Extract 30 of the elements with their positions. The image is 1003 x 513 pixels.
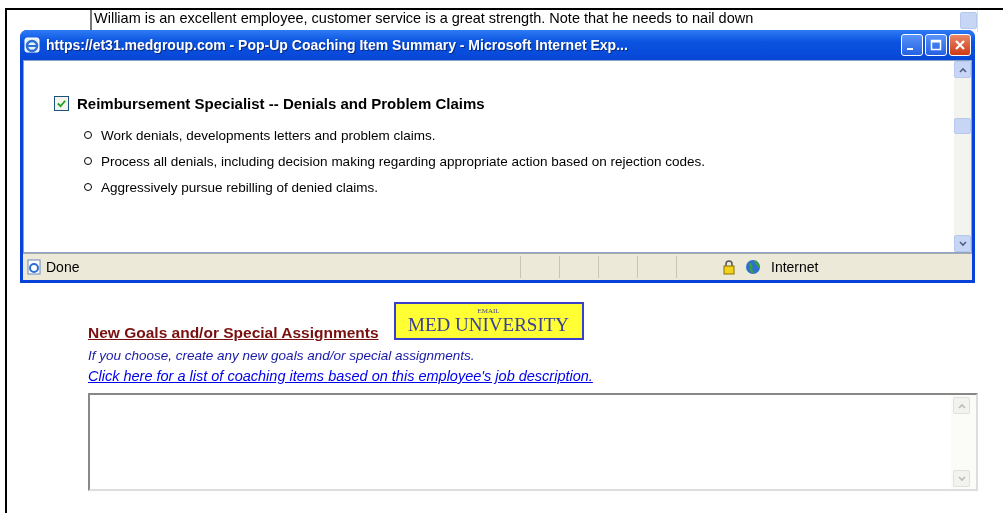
minimize-icon [907,48,913,50]
scroll-down-button[interactable] [954,235,971,252]
coaching-items-link[interactable]: Click here for a list of coaching items based on this employee's job description. [88,368,593,384]
caret-down-icon [956,473,967,484]
scrollbar[interactable] [954,61,971,252]
status-text: Done [46,259,81,275]
checkbox[interactable] [54,96,69,111]
maximize-button[interactable] [925,34,947,56]
bullet-text: Work denials, developments letters and problem claims. [101,127,436,143]
goals-field[interactable] [88,393,978,491]
check-icon [56,98,67,109]
page-icon [26,259,42,275]
globe-icon [745,259,761,275]
browser-icon [24,37,40,53]
bullet-text: Aggressively pursue rebilling of denied claims. [101,179,378,195]
instruction-text: If you choose, create any new goals and/or special assignments. Click here for a list of coaching items based on this employee's job description. [88,347,594,386]
scroll-thumb[interactable] [954,118,971,134]
bullet-text: Process all denials, including decision making regarding appropriate action based on rejection codes. [101,153,706,169]
close-icon [954,39,966,51]
minimize-button[interactable] [901,34,923,56]
comment-text: William is an excellent employee, customer service is a great strength. Note that he needs to nail down [93,10,754,28]
scroll-down-button[interactable] [953,470,970,487]
caret-down-icon [957,238,968,249]
section-heading: New Goals and/or Special Assignments [88,324,379,342]
close-button[interactable] [949,34,971,56]
item-label: Reimbursement Specialist -- Denials and Problem Claims [77,95,485,112]
maximize-icon [930,39,942,51]
zone-text: Internet [771,259,819,275]
lock-icon [721,259,737,275]
window-title: https://et31.medgroup.com - Pop-Up Coaching Item Summary - Microsoft Internet Exp... [46,37,629,53]
